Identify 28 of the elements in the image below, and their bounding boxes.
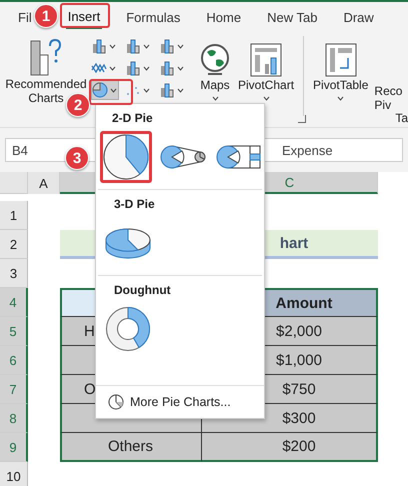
row-header[interactable]: 7 [0, 375, 28, 404]
row-header[interactable]: 5 [0, 317, 28, 346]
ribbon-tab[interactable]: Draw [341, 6, 376, 28]
more-pie-charts-item[interactable]: More Pie Charts... [96, 385, 264, 418]
row-header[interactable]: 4 [0, 288, 28, 317]
pivot-chart-button[interactable]: PivotChart [235, 36, 298, 101]
group-label: Ta [395, 111, 408, 125]
row-header[interactable]: 2 [0, 230, 28, 259]
column-header[interactable]: A [28, 172, 60, 194]
row-header[interactable]: 8 [0, 404, 28, 433]
row-header[interactable]: 3 [0, 259, 28, 288]
ribbon-tab[interactable]: Fil [16, 6, 34, 28]
maps-button[interactable]: Maps [195, 36, 235, 101]
ribbon-tab[interactable]: Home [204, 6, 244, 28]
row-header[interactable]: 1 [0, 201, 28, 230]
ribbon-tab[interactable]: Insert [66, 6, 102, 28]
row-header[interactable]: 6 [0, 346, 28, 375]
row-header[interactable]: 10 [0, 462, 28, 486]
section-title: Doughnut [114, 283, 171, 297]
ribbon-tab[interactable]: Formulas [124, 6, 182, 28]
section-title: 3-D Pie [114, 197, 155, 211]
table-cell: Others [60, 433, 202, 462]
row-header[interactable]: 9 [0, 433, 28, 462]
recommended-pivot-button[interactable]: Reco Piv [371, 36, 406, 112]
pivot-table-button[interactable]: PivotTable [310, 36, 372, 101]
table-cell: $200 [202, 433, 378, 462]
section-title: 2-D Pie [112, 111, 153, 125]
ribbon-tab[interactable]: New Tab [265, 6, 320, 28]
